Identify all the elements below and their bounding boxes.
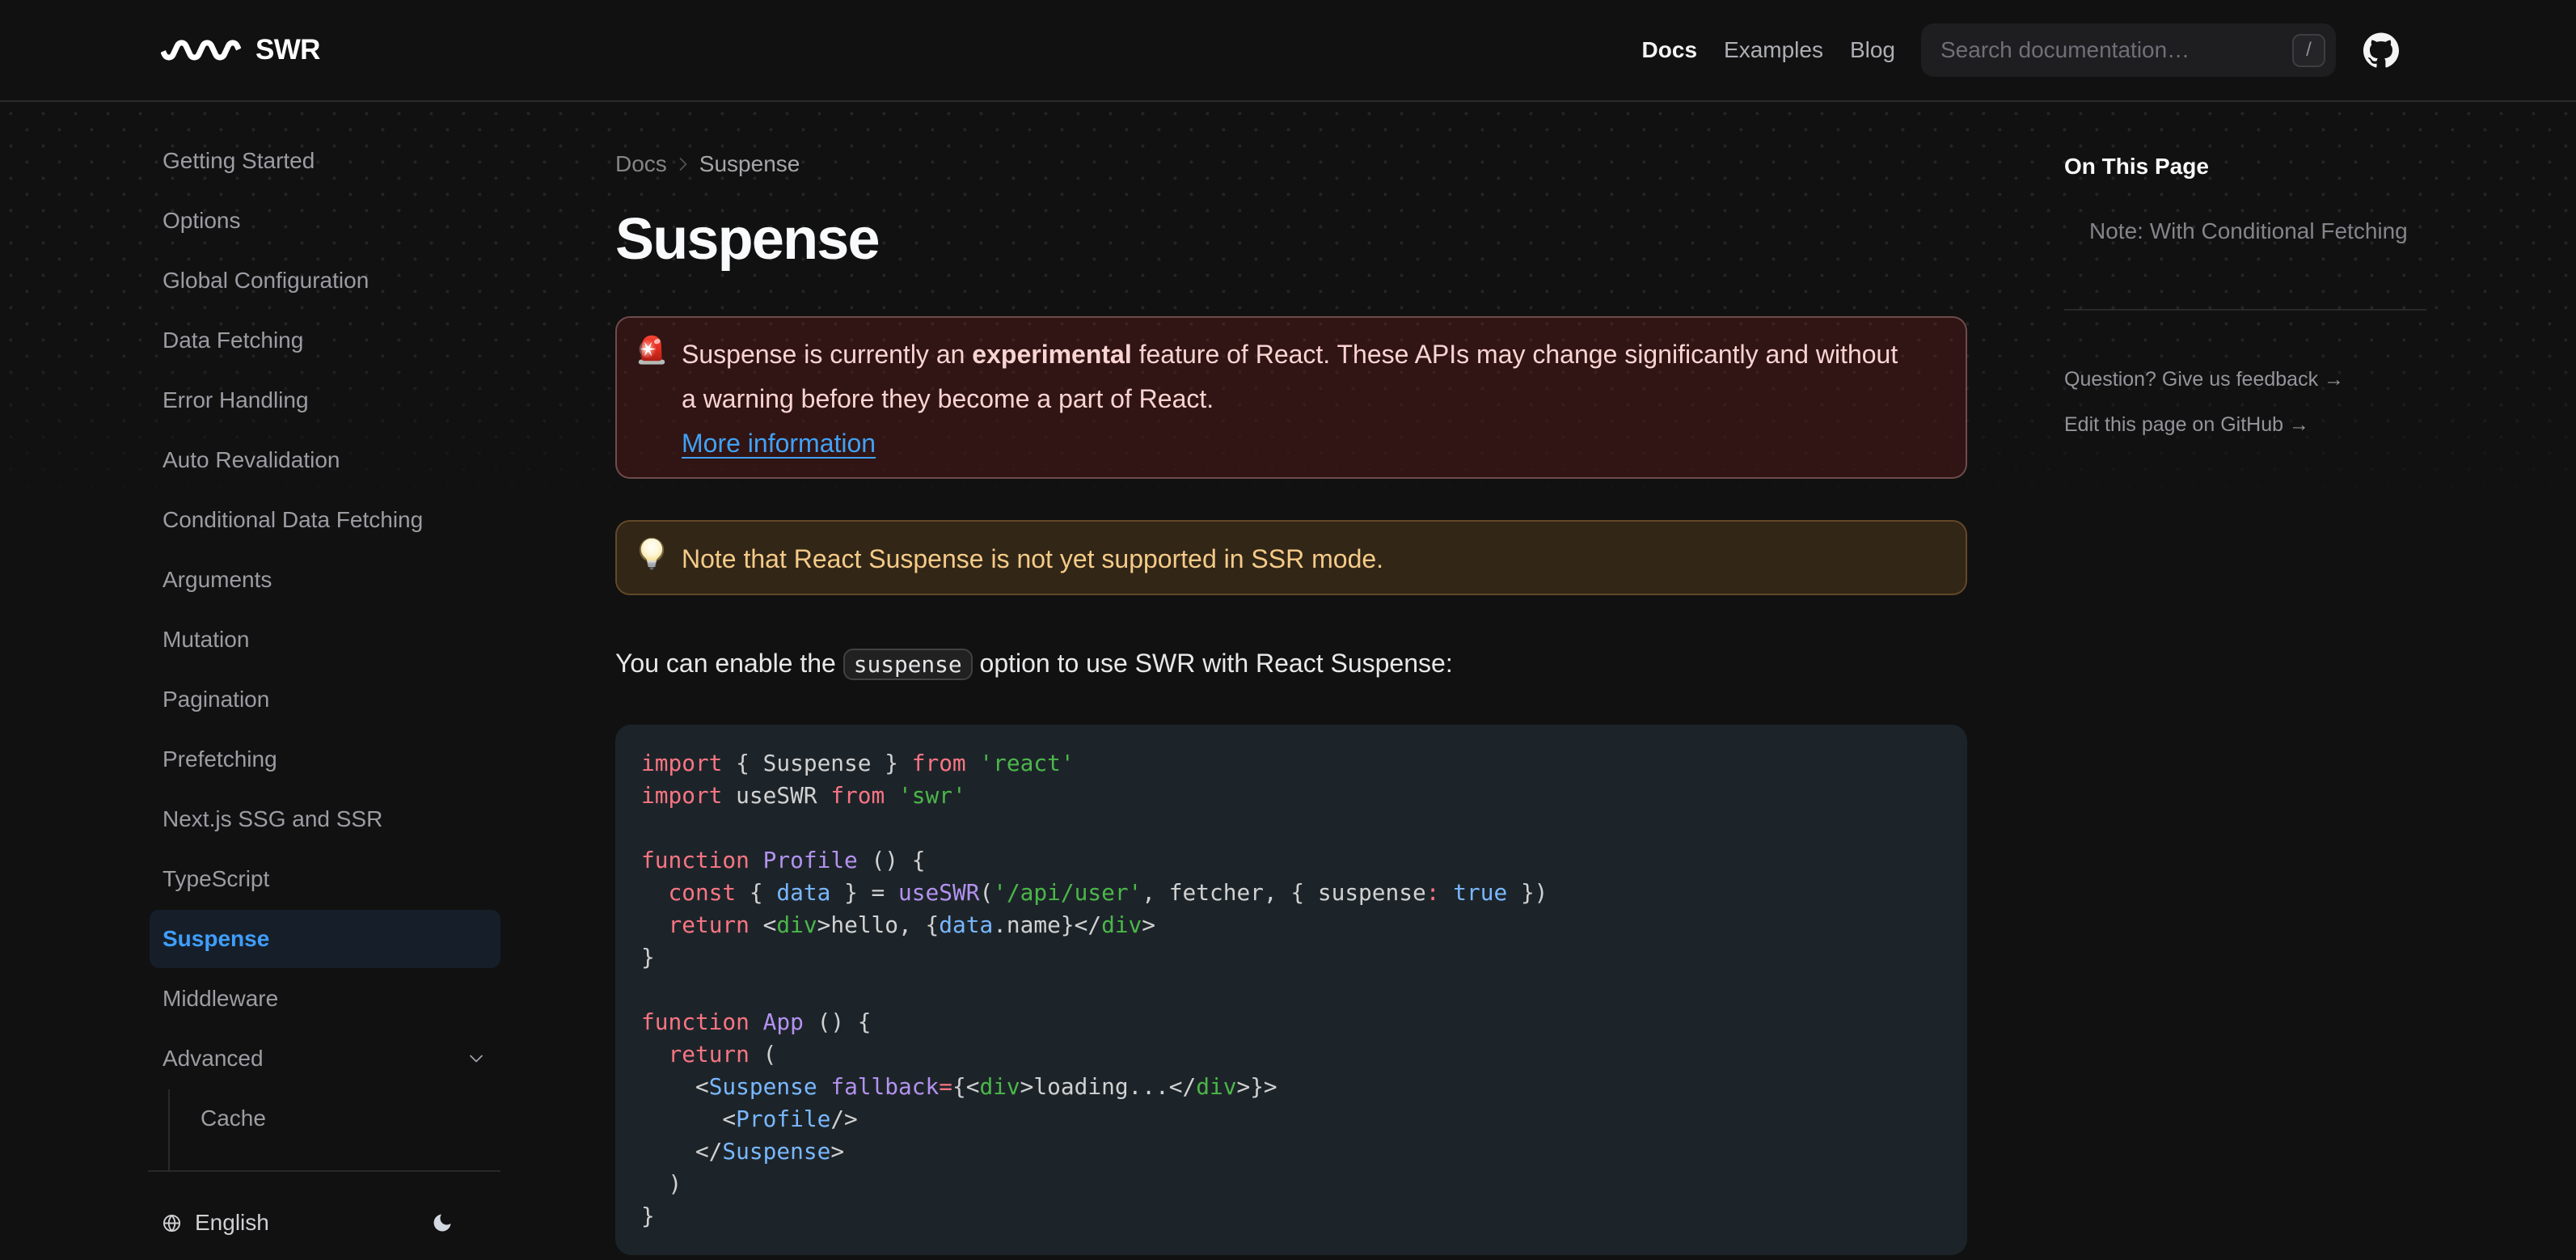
sidebar-item-advanced[interactable]: Advanced (150, 1030, 500, 1088)
sidebar-item-options[interactable]: Options (150, 192, 500, 250)
sidebar-item-middleware[interactable]: Middleware (150, 970, 500, 1028)
sidebar-item-cache[interactable]: Cache (170, 1089, 500, 1148)
bold-experimental: experimental (972, 340, 1132, 369)
feedback-link[interactable]: Question? Give us feedback → (2064, 363, 2426, 395)
more-information-link[interactable]: More information (682, 429, 876, 458)
sidebar-item-next-js-ssg-and-ssr[interactable]: Next.js SSG and SSR (150, 790, 500, 848)
error-callout: Suspense is currently an experimental fe… (615, 316, 1967, 479)
navbar: SWR Docs Examples Blog Search documentatio… (0, 0, 2576, 102)
github-link[interactable] (2363, 32, 2399, 68)
toc-items: Note: With Conditional Fetching (2064, 215, 2426, 247)
sidebar-item-global-configuration[interactable]: Global Configuration (150, 252, 500, 310)
swr-wave-icon (161, 40, 241, 61)
logo-text: SWR (255, 34, 320, 66)
breadcrumb-current: Suspense (699, 151, 800, 176)
search-placeholder: Search documentation… (1940, 37, 2190, 62)
main-content: Docs Suspense Suspense Suspense is curre… (538, 102, 2038, 1260)
chevron-right-icon (672, 153, 695, 175)
language-selector[interactable]: English (150, 1194, 282, 1252)
sidebar-items: Getting Started Options Global Configurati… (150, 132, 500, 1170)
table-of-contents: On This Page Note: With Conditional Fetc… (2038, 102, 2452, 1260)
suspense-inline-code: suspense (842, 649, 973, 680)
nav-link-examples[interactable]: Examples (1724, 37, 1823, 63)
sidebar-item-error-handling[interactable]: Error Handling (150, 371, 500, 429)
chevron-down-icon (470, 1055, 483, 1063)
sidebar-footer: English (124, 1170, 526, 1260)
moon-icon (433, 1214, 451, 1232)
swr-logo[interactable]: SWR (161, 34, 320, 66)
sidebar-item-conditional-data-fetching[interactable]: Conditional Data Fetching (150, 491, 500, 549)
toc-item[interactable]: Note: With Conditional Fetching (2064, 215, 2426, 247)
sidebar-item-getting-started[interactable]: Getting Started (150, 132, 500, 190)
github-icon (2363, 32, 2399, 68)
sidebar-item-prefetching[interactable]: Prefetching (150, 730, 500, 789)
sidebar-item-data-fetching[interactable]: Data Fetching (150, 311, 500, 370)
edit-page-link[interactable]: Edit this page on GitHub → (2064, 408, 2426, 441)
sidebar-item-arguments[interactable]: Arguments (150, 551, 500, 609)
sidebar-item-auto-revalidation[interactable]: Auto Revalidation (150, 431, 500, 489)
sidebar-item-suspense[interactable]: Suspense (150, 910, 500, 968)
sidebar: Getting Started Options Global Configurati… (124, 102, 538, 1260)
nav-link-docs[interactable]: Docs (1642, 37, 1697, 63)
warning-callout: Note that React Suspense is not yet supp… (615, 520, 1967, 595)
search-input[interactable]: Search documentation… / (1921, 23, 2336, 77)
search-shortcut-kbd: / (2292, 33, 2325, 67)
toc-heading: On This Page (2064, 154, 2209, 179)
toc-links: Question? Give us feedback → Edit this pa… (2064, 363, 2426, 441)
intro-paragraph: You can enable the suspense option to us… (615, 641, 1967, 687)
globe-icon (163, 1214, 181, 1232)
navbar-links: Docs Examples Blog (1642, 37, 1895, 63)
code-content: import { Suspense } from 'react' import u… (641, 750, 1548, 1229)
sidebar-item-typescript[interactable]: TypeScript (150, 850, 500, 908)
sidebar-item-mutation[interactable]: Mutation (150, 611, 500, 669)
nav-link-blog[interactable]: Blog (1850, 37, 1895, 63)
sidebar-item-pagination[interactable]: Pagination (150, 670, 500, 729)
breadcrumb-docs[interactable]: Docs (615, 148, 667, 180)
breadcrumb: Docs Suspense (615, 148, 1967, 180)
rotating-light-emoji-icon (635, 332, 669, 466)
toc-divider (2064, 309, 2426, 311)
language-label: English (195, 1210, 269, 1235)
light-bulb-emoji-icon (635, 537, 669, 581)
theme-toggle[interactable] (421, 1194, 463, 1252)
code-block[interactable]: import { Suspense } from 'react' import u… (615, 725, 1967, 1255)
swr-docs-page: SWR Docs Examples Blog Search documentatio… (0, 0, 2576, 1260)
page-title: Suspense (615, 207, 880, 272)
